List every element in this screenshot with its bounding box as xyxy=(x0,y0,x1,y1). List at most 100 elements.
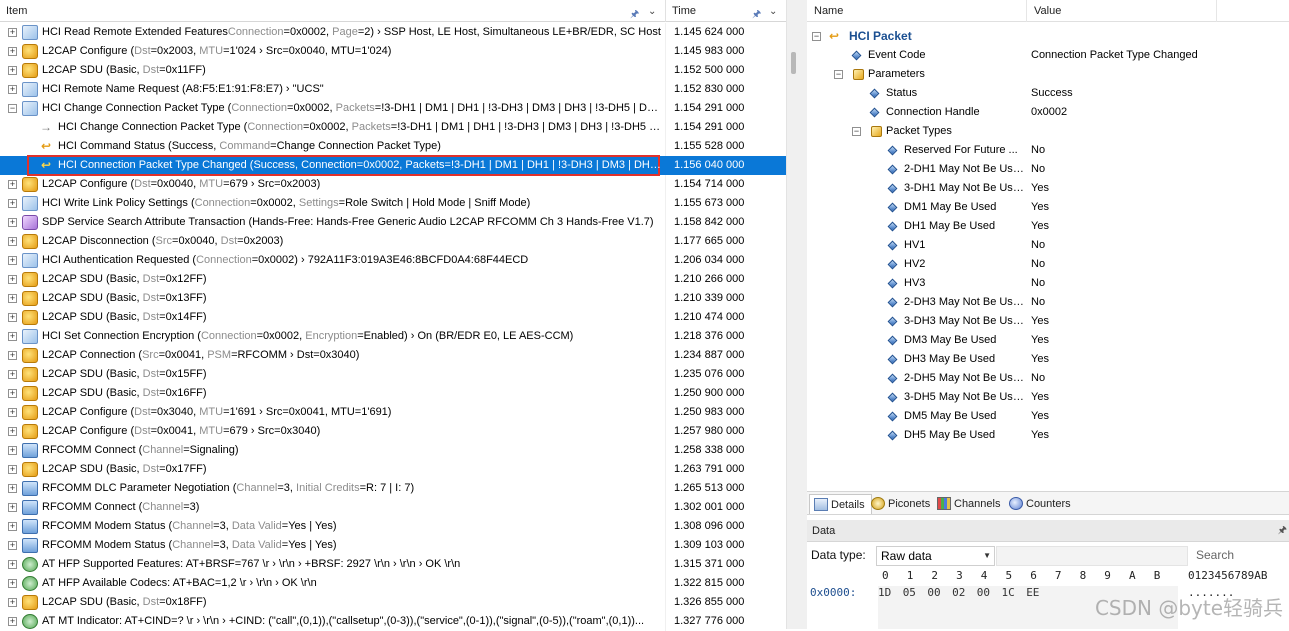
row-time-cell[interactable]: 1.154 291 000 xyxy=(667,99,786,118)
row-time-cell[interactable]: 1.258 338 000 xyxy=(667,441,786,460)
table-row[interactable]: + L2CAP SDU (Basic, Dst=0x17FF) 1.263 791 … xyxy=(0,460,786,479)
table-row[interactable]: + L2CAP SDU (Basic, Dst=0x16FF) 1.250 900 … xyxy=(0,384,786,403)
row-time-cell[interactable]: 1.155 673 000 xyxy=(667,194,786,213)
tree-item[interactable]: DH1 May Be Used Yes xyxy=(807,217,1289,236)
expand-icon[interactable]: + xyxy=(8,237,17,246)
table-row[interactable]: + RFCOMM Connect (Channel=Signaling) 1.258… xyxy=(0,441,786,460)
tree-item[interactable]: Connection Handle 0x0002 xyxy=(807,103,1289,122)
row-item-cell[interactable]: + L2CAP Configure (Dst=0x3040, MTU=1'691 … xyxy=(0,403,666,422)
tree-item[interactable]: DH5 May Be Used Yes xyxy=(807,426,1289,445)
row-item-cell[interactable]: + HCI Read Remote Extended FeaturesConnec… xyxy=(0,23,666,42)
collapse-icon[interactable]: − xyxy=(812,32,821,41)
table-row[interactable]: → HCI Change Connection Packet Type (Conn… xyxy=(0,118,786,137)
tree-item[interactable]: − Parameters xyxy=(807,65,1289,84)
hex-byte[interactable]: EE xyxy=(1026,586,1039,599)
column-header-value[interactable]: Value xyxy=(1027,0,1217,22)
tree-item[interactable]: DM1 May Be Used Yes xyxy=(807,198,1289,217)
row-time-cell[interactable]: 1.315 371 000 xyxy=(667,555,786,574)
table-row[interactable]: + L2CAP SDU (Basic, Dst=0x12FF) 1.210 266 … xyxy=(0,270,786,289)
chevron-down-icon[interactable]: ⌄ xyxy=(648,1,656,23)
row-time-cell[interactable]: 1.158 842 000 xyxy=(667,213,786,232)
table-row[interactable]: − HCI Change Connection Packet Type (Conn… xyxy=(0,99,786,118)
row-item-cell[interactable]: + AT MT Indicator: AT+CIND=? \r › \r\n › … xyxy=(0,612,666,631)
row-item-cell[interactable]: + SDP Service Search Attribute Transactio… xyxy=(0,213,666,232)
row-item-cell[interactable]: + RFCOMM DLC Parameter Negotiation (Chann… xyxy=(0,479,666,498)
row-time-cell[interactable]: 1.257 980 000 xyxy=(667,422,786,441)
tree-item[interactable]: 3-DH3 May Not Be Used Yes xyxy=(807,312,1289,331)
hex-byte[interactable]: 05 xyxy=(903,586,916,599)
column-header-item[interactable]: Item 🖈 ⌄ xyxy=(0,0,666,22)
tree-item[interactable]: DM5 May Be Used Yes xyxy=(807,407,1289,426)
row-time-cell[interactable]: 1.210 474 000 xyxy=(667,308,786,327)
table-row[interactable]: + L2CAP Configure (Dst=0x0040, MTU=679 › … xyxy=(0,175,786,194)
table-row[interactable]: + AT MT Indicator: AT+CIND=? \r › \r\n › … xyxy=(0,612,786,631)
expand-icon[interactable]: + xyxy=(8,541,17,550)
row-time-cell[interactable]: 1.322 815 000 xyxy=(667,574,786,593)
expand-icon[interactable]: + xyxy=(8,560,17,569)
row-time-cell[interactable]: 1.218 376 000 xyxy=(667,327,786,346)
tree-item[interactable]: DM3 May Be Used Yes xyxy=(807,331,1289,350)
column-header-time[interactable]: Time 🖈 ⌄ xyxy=(666,0,786,22)
row-time-cell[interactable]: 1.235 076 000 xyxy=(667,365,786,384)
table-row[interactable]: + L2CAP Configure (Dst=0x3040, MTU=1'691 … xyxy=(0,403,786,422)
table-row[interactable]: + L2CAP SDU (Basic, Dst=0x15FF) 1.235 076 … xyxy=(0,365,786,384)
row-item-cell[interactable]: + L2CAP Configure (Dst=0x0041, MTU=679 › … xyxy=(0,422,666,441)
tree-item[interactable]: DH3 May Be Used Yes xyxy=(807,350,1289,369)
vertical-scrollbar[interactable] xyxy=(786,0,800,629)
expand-icon[interactable]: + xyxy=(8,408,17,417)
table-row[interactable]: ↩ HCI Connection Packet Type Changed (Suc… xyxy=(0,155,786,176)
table-row[interactable]: + L2CAP SDU (Basic, Dst=0x13FF) 1.210 339 … xyxy=(0,289,786,308)
tree-item[interactable]: 3-DH1 May Not Be Used Yes xyxy=(807,179,1289,198)
tree-item[interactable]: Event Code Connection Packet Type Changed xyxy=(807,46,1289,65)
expand-icon[interactable]: + xyxy=(8,503,17,512)
table-row[interactable]: + L2CAP Configure (Dst=0x0041, MTU=679 › … xyxy=(0,422,786,441)
table-row[interactable]: + HCI Write Link Policy Settings (Connect… xyxy=(0,194,786,213)
collapse-icon[interactable]: − xyxy=(8,104,17,113)
row-time-cell[interactable]: 1.327 776 000 xyxy=(667,612,786,631)
row-time-cell[interactable]: 1.308 096 000 xyxy=(667,517,786,536)
tree-item[interactable]: Status Success xyxy=(807,84,1289,103)
row-item-cell[interactable]: + L2CAP SDU (Basic, Dst=0x16FF) xyxy=(0,384,666,403)
search-label[interactable]: Search xyxy=(1196,548,1234,562)
expand-icon[interactable]: + xyxy=(8,313,17,322)
row-item-cell[interactable]: + L2CAP Disconnection (Src=0x0040, Dst=0x… xyxy=(0,232,666,251)
table-row[interactable]: + AT HFP Available Codecs: AT+BAC=1,2 \r … xyxy=(0,574,786,593)
row-time-cell[interactable]: 1.210 339 000 xyxy=(667,289,786,308)
row-time-cell[interactable]: 1.206 034 000 xyxy=(667,251,786,270)
row-time-cell[interactable]: 1.210 266 000 xyxy=(667,270,786,289)
table-row[interactable]: + HCI Authentication Requested (Connectio… xyxy=(0,251,786,270)
tree-item[interactable]: 3-DH5 May Not Be Used Yes xyxy=(807,388,1289,407)
row-item-cell[interactable]: + AT HFP Supported Features: AT+BRSF=767 … xyxy=(0,555,666,574)
row-item-cell[interactable]: + L2CAP SDU (Basic, Dst=0x13FF) xyxy=(0,289,666,308)
tab-piconets[interactable]: Piconets xyxy=(867,494,936,514)
dropdown-arrow-icon[interactable]: ▼ xyxy=(983,547,991,565)
row-item-cell[interactable]: + L2CAP SDU (Basic, Dst=0x11FF) xyxy=(0,61,666,80)
table-row[interactable]: + HCI Remote Name Request (A8:F5:E1:91:F8… xyxy=(0,80,786,99)
row-item-cell[interactable]: + RFCOMM Connect (Channel=Signaling) xyxy=(0,441,666,460)
expand-icon[interactable]: + xyxy=(8,484,17,493)
row-item-cell[interactable]: + L2CAP SDU (Basic, Dst=0x18FF) xyxy=(0,593,666,612)
table-row[interactable]: + RFCOMM Modem Status (Channel=3, Data Va… xyxy=(0,536,786,555)
row-time-cell[interactable]: 1.152 500 000 xyxy=(667,61,786,80)
hex-byte[interactable]: 00 xyxy=(977,586,990,599)
row-time-cell[interactable]: 1.309 103 000 xyxy=(667,536,786,555)
row-item-cell[interactable]: + RFCOMM Connect (Channel=3) xyxy=(0,498,666,517)
row-time-cell[interactable]: 1.145 624 000 xyxy=(667,23,786,42)
expand-icon[interactable]: + xyxy=(8,275,17,284)
expand-icon[interactable]: + xyxy=(8,28,17,37)
row-time-cell[interactable]: 1.250 983 000 xyxy=(667,403,786,422)
table-row[interactable]: + L2CAP SDU (Basic, Dst=0x18FF) 1.326 855 … xyxy=(0,593,786,612)
table-row[interactable]: + L2CAP Connection (Src=0x0041, PSM=RFCOM… xyxy=(0,346,786,365)
expand-icon[interactable]: + xyxy=(8,427,17,436)
expand-icon[interactable]: + xyxy=(8,199,17,208)
row-time-cell[interactable]: 1.250 900 000 xyxy=(667,384,786,403)
table-row[interactable]: + HCI Set Connection Encryption (Connecti… xyxy=(0,327,786,346)
data-type-select[interactable]: Raw data ▼ xyxy=(876,546,995,566)
hex-byte[interactable]: 02 xyxy=(952,586,965,599)
chevron-down-icon[interactable]: ⌄ xyxy=(769,1,777,23)
row-time-cell[interactable]: 1.154 291 000 xyxy=(667,118,786,137)
table-row[interactable]: ↩ HCI Command Status (Success, Command=Ch… xyxy=(0,137,786,156)
row-time-cell[interactable]: 1.154 714 000 xyxy=(667,175,786,194)
tree-item[interactable]: HV1 No xyxy=(807,236,1289,255)
expand-icon[interactable]: + xyxy=(8,370,17,379)
